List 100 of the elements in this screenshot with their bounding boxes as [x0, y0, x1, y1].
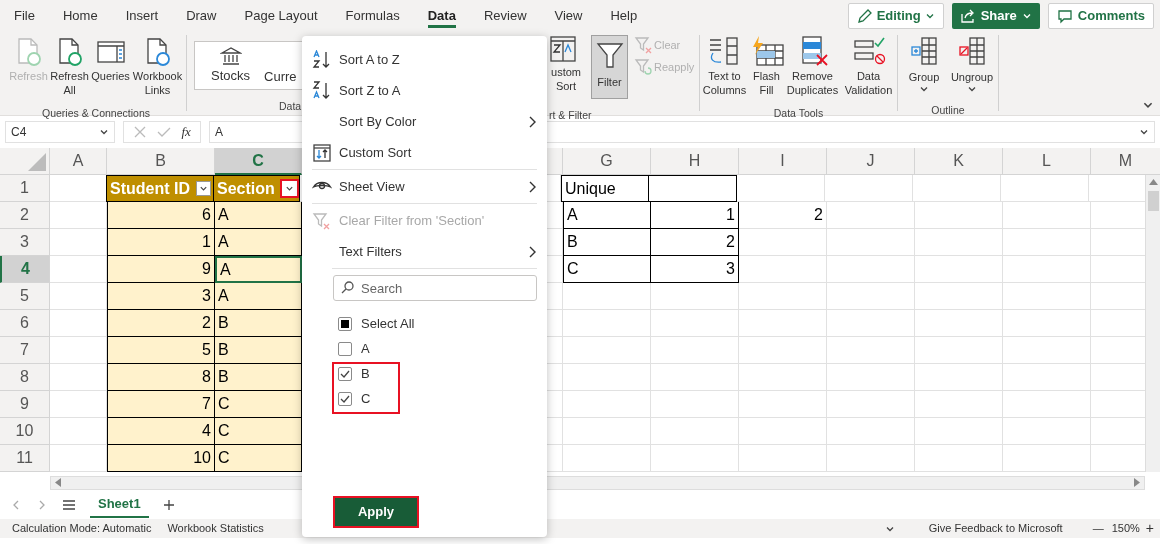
- feedback-link[interactable]: Give Feedback to Microsoft: [928, 520, 1063, 537]
- table-cell-text: C: [567, 259, 579, 279]
- ribbon-button[interactable]: Flash Fill: [749, 35, 784, 97]
- checkbox[interactable]: [338, 341, 352, 356]
- ribbon-tab[interactable]: Data: [413, 0, 470, 31]
- menu-item[interactable]: Sort Z to A: [312, 75, 537, 106]
- search-field[interactable]: Search: [333, 275, 537, 301]
- zoom-out-button[interactable]: —: [1092, 520, 1104, 537]
- row-header[interactable]: 8: [20, 365, 29, 389]
- row-header[interactable]: 4: [21, 257, 30, 281]
- ribbon-button[interactable]: Stocks: [211, 45, 250, 86]
- checkbox[interactable]: [338, 366, 352, 381]
- ribbon-tab[interactable]: Review: [469, 0, 541, 31]
- ribbon-button[interactable]: Text to Columns: [701, 35, 748, 97]
- filter-button[interactable]: [196, 181, 211, 196]
- select-all-corner-icon: [27, 152, 47, 172]
- table-cell-text: 2: [726, 232, 735, 252]
- status-text: Calculation Mode: Automatic: [12, 521, 152, 537]
- name-box[interactable]: C4: [5, 121, 115, 143]
- function-label[interactable]: fx: [181, 122, 191, 142]
- table-cell-text: 9: [202, 259, 211, 279]
- zoom-level[interactable]: 150%: [1111, 520, 1140, 537]
- column-header[interactable]: H: [688, 149, 701, 173]
- table-cell-text: 1: [202, 232, 211, 252]
- column-header[interactable]: J: [866, 149, 875, 173]
- filter-button[interactable]: Filter: [591, 35, 628, 99]
- ribbon-button[interactable]: Refresh All: [49, 37, 90, 97]
- apply-button[interactable]: Apply: [333, 496, 419, 528]
- menu-item[interactable]: Sheet View: [312, 171, 537, 202]
- sort-descending-icon: [312, 80, 332, 101]
- ribbon-button[interactable]: Curre: [264, 44, 297, 87]
- editing-button[interactable]: Editing: [847, 2, 944, 29]
- column-header[interactable]: L: [1042, 149, 1051, 173]
- filter-button[interactable]: [282, 181, 297, 196]
- ribbon-button[interactable]: Data Validation: [841, 35, 896, 97]
- group-icon: [909, 35, 939, 67]
- check-icon: [340, 368, 350, 379]
- table-cell-text: 8: [202, 367, 211, 387]
- ribbon-tab[interactable]: Insert: [111, 0, 173, 31]
- table-cell-text: B: [218, 340, 229, 360]
- checkbox-label[interactable]: C: [361, 388, 371, 409]
- comments-button[interactable]: Comments: [1047, 2, 1154, 29]
- menu-item[interactable]: Text Filters: [312, 236, 537, 267]
- ribbon-tab[interactable]: View: [540, 0, 597, 31]
- table-cell-text: A: [220, 259, 231, 280]
- row-header[interactable]: 5: [20, 284, 29, 308]
- group-label: Queries & Connections: [42, 106, 150, 121]
- row-header[interactable]: 7: [20, 338, 29, 362]
- row-header[interactable]: 2: [20, 203, 29, 227]
- ribbon-button[interactable]: Remove Duplicates: [785, 35, 840, 97]
- vertical-scrollbar[interactable]: [1145, 175, 1160, 472]
- row-header[interactable]: 9: [20, 392, 29, 416]
- ribbon-button[interactable]: Workbook Links: [131, 37, 184, 97]
- custom-sort-icon: [549, 35, 577, 63]
- group-label: rt & Filter: [549, 108, 592, 123]
- column-header[interactable]: I: [780, 149, 785, 173]
- ribbon-tab[interactable]: File: [14, 0, 49, 31]
- column-header[interactable]: G: [600, 149, 613, 173]
- group-label: Outline: [931, 103, 965, 118]
- ribbon-tab[interactable]: Page Layout: [230, 0, 332, 31]
- table-cell-text: A: [567, 205, 578, 225]
- ribbon-button[interactable]: Ungroup: [950, 35, 994, 94]
- chevron-down-icon: [967, 84, 977, 94]
- row-header[interactable]: 3: [20, 230, 29, 254]
- table-cell-text: 3: [202, 286, 211, 306]
- search-icon: [341, 281, 354, 294]
- column-header[interactable]: K: [953, 149, 964, 173]
- ribbon-tab[interactable]: Help: [596, 0, 652, 31]
- table-cell-text: B: [567, 232, 578, 252]
- table-cell-text: 3: [726, 259, 735, 279]
- checkbox[interactable]: [338, 391, 352, 406]
- table-cell-text: 1: [726, 205, 735, 225]
- column-header[interactable]: B: [155, 149, 166, 173]
- ribbon-button[interactable]: Queries: [90, 37, 131, 97]
- checkbox[interactable]: [338, 316, 352, 331]
- table-cell-text: B: [218, 313, 229, 333]
- ribbon-tab[interactable]: Formulas: [331, 0, 414, 31]
- chevron-down-icon: [99, 127, 109, 137]
- checkbox-label[interactable]: B: [361, 363, 370, 384]
- ribbon-tab[interactable]: Draw: [172, 0, 231, 31]
- checkbox-label[interactable]: Select All: [361, 313, 415, 334]
- table-cell-text: A: [218, 232, 229, 252]
- share-button[interactable]: Share: [951, 2, 1040, 29]
- row-header[interactable]: 6: [20, 311, 29, 335]
- scrollbar-thumb[interactable]: [1147, 191, 1159, 211]
- row-header[interactable]: 1: [20, 176, 29, 200]
- table-cell-text: Unique: [565, 178, 616, 199]
- chevron-right-icon: [527, 114, 537, 129]
- zoom-in-button[interactable]: +: [1145, 518, 1154, 539]
- ribbon-button[interactable]: ustom Sort: [549, 35, 585, 99]
- table-cell-text: 2: [814, 205, 823, 225]
- column-header[interactable]: A: [72, 149, 84, 173]
- ribbon-button[interactable]: Group: [902, 35, 946, 94]
- menu-item[interactable]: Sort A to Z: [312, 44, 537, 75]
- column-header[interactable]: C: [252, 148, 264, 173]
- chevron-down-icon: [919, 84, 929, 94]
- ungroup-icon: [957, 35, 987, 67]
- ribbon-tab[interactable]: Home: [48, 0, 112, 31]
- checkbox-label[interactable]: A: [361, 338, 370, 359]
- column-header[interactable]: M: [1118, 149, 1133, 173]
